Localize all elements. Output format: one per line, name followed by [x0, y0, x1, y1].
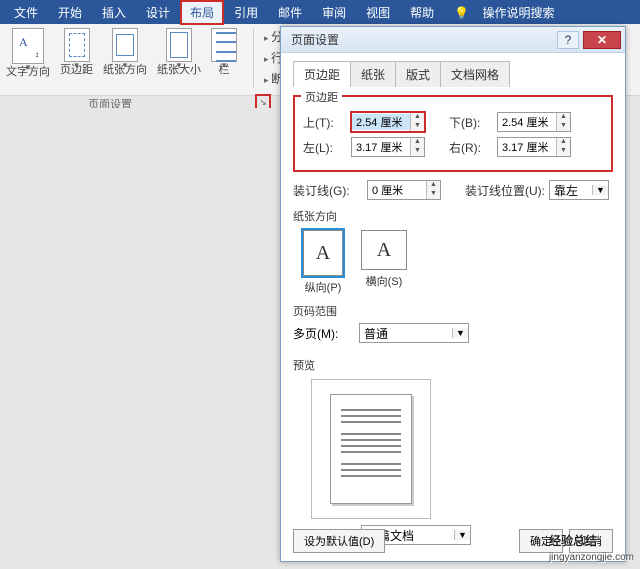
top-margin-input[interactable]: ▲▼ [351, 112, 425, 132]
separator [253, 28, 254, 88]
gutter-pos-label: 装订线位置(U): [465, 182, 545, 199]
gutter-pos-combo[interactable]: 靠左▼ [549, 180, 609, 200]
page-setup-dialog: 页面设置 ? ✕ 页边距 纸张 版式 文档网格 页边距 上(T): ▲▼ 下(B… [280, 26, 626, 562]
orientation-button[interactable]: ▾ 纸张方向 [103, 28, 147, 76]
menu-home[interactable]: 开始 [48, 0, 92, 25]
preview-label: 预览 [293, 357, 613, 373]
bottom-margin-input[interactable]: ▲▼ [497, 112, 571, 132]
multipage-label: 多页(M): [293, 325, 351, 342]
left-margin-input[interactable]: ▲▼ [351, 137, 425, 157]
margins-button[interactable]: ▾ 页边距 [60, 28, 93, 76]
menu-layout[interactable]: 布局 [180, 0, 224, 25]
menu-insert[interactable]: 插入 [92, 0, 136, 25]
portrait-option[interactable]: A纵向(P) [303, 230, 343, 295]
dialog-tabs: 页边距 纸张 版式 文档网格 [281, 53, 625, 87]
help-button[interactable]: ? [557, 31, 579, 49]
menu-mailings[interactable]: 邮件 [268, 0, 312, 25]
landscape-option[interactable]: A横向(S) [361, 230, 407, 295]
menu-help[interactable]: 帮助 [400, 0, 444, 25]
margins-group-label: 页边距 [301, 89, 342, 105]
menu-review[interactable]: 审阅 [312, 0, 356, 25]
preview-box [311, 379, 431, 519]
close-button[interactable]: ✕ [583, 31, 621, 49]
menu-references[interactable]: 引用 [224, 0, 268, 25]
page-range-label: 页码范围 [293, 303, 613, 319]
orientation-label: 纸张方向 [293, 208, 613, 224]
menu-view[interactable]: 视图 [356, 0, 400, 25]
multipage-combo[interactable]: 普通▼ [359, 323, 469, 343]
margins-group: 页边距 上(T): ▲▼ 下(B): ▲▼ 左(L): ▲▼ 右(R): ▲▼ [293, 95, 613, 172]
dialog-titlebar: 页面设置 ? ✕ [281, 27, 625, 53]
watermark: 经验总结 jingyanzongjie.com [549, 525, 634, 563]
right-margin-input[interactable]: ▲▼ [497, 137, 571, 157]
left-label: 左(L): [303, 139, 347, 156]
dialog-title: 页面设置 [285, 31, 557, 48]
menu-design[interactable]: 设计 [136, 0, 180, 25]
tab-grid[interactable]: 文档网格 [440, 61, 510, 87]
tell-me[interactable]: 💡 操作说明搜索 [444, 0, 574, 25]
document-area [0, 108, 280, 568]
size-button[interactable]: ▾ 纸张大小 [157, 28, 201, 76]
menu-file[interactable]: 文件 [4, 0, 48, 25]
menu-bar: 文件 开始 插入 设计 布局 引用 邮件 审阅 视图 帮助 💡 操作说明搜索 [0, 0, 640, 24]
gutter-input[interactable]: ▲▼ [367, 180, 441, 200]
bottom-label: 下(B): [449, 114, 493, 131]
right-label: 右(R): [449, 139, 493, 156]
tab-paper[interactable]: 纸张 [350, 61, 396, 87]
gutter-label: 装订线(G): [293, 182, 363, 199]
text-direction-button[interactable]: A↕▾ 文字方向 [6, 28, 50, 78]
tab-margins[interactable]: 页边距 [293, 61, 351, 87]
columns-button[interactable]: ▾ 栏 [211, 28, 237, 76]
tab-layout[interactable]: 版式 [395, 61, 441, 87]
set-default-button[interactable]: 设为默认值(D) [293, 529, 385, 553]
top-label: 上(T): [303, 114, 347, 131]
